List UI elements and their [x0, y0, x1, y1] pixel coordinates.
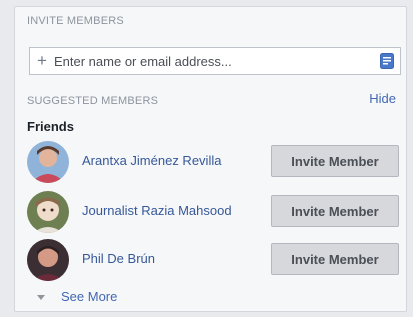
avatar[interactable]	[27, 191, 69, 233]
member-row: Arantxa Jiménez Revilla Invite Member	[27, 141, 399, 185]
avatar[interactable]	[27, 141, 69, 183]
name-or-email-input[interactable]	[54, 51, 354, 71]
suggested-members-heading: SUGGESTED MEMBERS	[27, 95, 159, 107]
see-more-label: See More	[61, 289, 118, 304]
member-name-link[interactable]: Arantxa Jiménez Revilla	[82, 153, 221, 168]
caret-down-icon	[37, 295, 45, 301]
member-name-link[interactable]: Journalist Razia Mahsood	[82, 203, 232, 218]
invite-members-panel: INVITE MEMBERS + SUGGESTED MEMBERS Hide …	[14, 6, 407, 312]
member-row: Journalist Razia Mahsood Invite Member	[27, 191, 399, 235]
hide-link[interactable]: Hide	[369, 91, 396, 106]
plus-icon: +	[37, 51, 47, 70]
notebook-icon[interactable]	[380, 53, 394, 69]
avatar[interactable]	[27, 239, 69, 281]
invite-member-button[interactable]: Invite Member	[271, 145, 399, 177]
invite-member-button[interactable]: Invite Member	[271, 195, 399, 227]
member-name-link[interactable]: Phil De Brún	[82, 251, 155, 266]
see-more-link[interactable]: See More	[37, 289, 117, 304]
member-row: Phil De Brún Invite Member	[27, 239, 399, 283]
invite-input-box[interactable]: +	[29, 47, 401, 75]
invite-member-button[interactable]: Invite Member	[271, 243, 399, 275]
invite-members-heading: INVITE MEMBERS	[27, 15, 124, 27]
friends-label: Friends	[27, 119, 74, 134]
